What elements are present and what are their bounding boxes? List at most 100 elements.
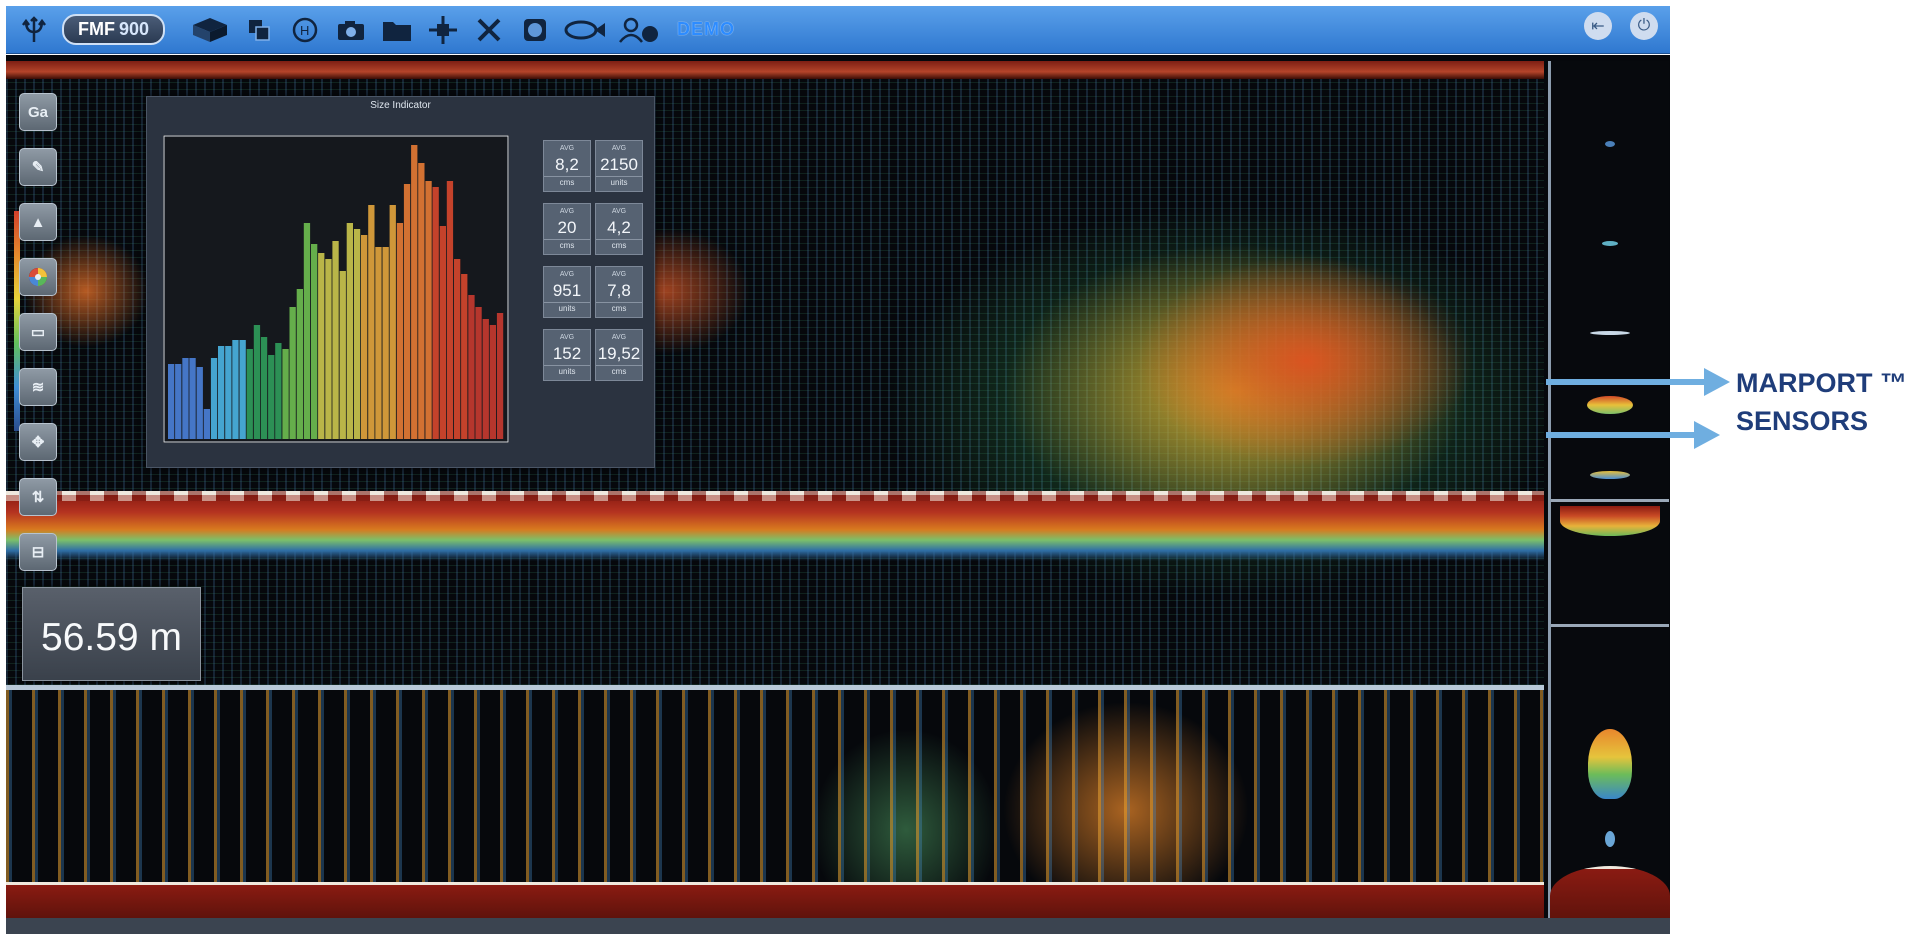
crosshair-icon[interactable]: ✥	[19, 423, 57, 461]
stat-row: AVG 20 cms AVG 4,2 cms	[543, 203, 643, 255]
stat-label: AVG	[559, 145, 575, 152]
depth-value: 56.59 m	[41, 616, 182, 659]
histogram-bar	[296, 289, 303, 439]
histogram-bar	[303, 223, 311, 439]
pencil-icon[interactable]: ✎	[19, 148, 57, 186]
sensor-strip[interactable]	[1548, 61, 1670, 926]
seabed-echo	[6, 491, 1544, 561]
histogram-bar	[253, 325, 261, 439]
histogram-bar	[389, 205, 396, 439]
fish-icon[interactable]	[563, 12, 607, 48]
power-icon[interactable]: ⏻	[1630, 12, 1658, 40]
sensor-blip	[1602, 241, 1618, 246]
stat-unit: cms	[596, 239, 642, 252]
svg-text:H: H	[300, 23, 309, 38]
stat-label: AVG	[559, 271, 575, 278]
bottom-profile-icon[interactable]: ▲	[19, 203, 57, 241]
histogram-bar	[168, 364, 175, 439]
histogram-bar	[432, 187, 439, 439]
stat-box: AVG 4,2 cms	[595, 203, 643, 255]
trident-logo-icon[interactable]	[16, 12, 52, 48]
marport-label-line1: MARPORT ™	[1736, 368, 1907, 398]
histogram-bar	[275, 343, 282, 439]
size-indicator-panel[interactable]: Size Indicator AVG 8,2 cms AVG 2150 units AV…	[146, 96, 655, 468]
histogram-svg	[163, 135, 509, 443]
histogram-bar	[496, 313, 504, 439]
sensor-blip	[1560, 506, 1660, 536]
sensor-arrow-upper	[1546, 368, 1730, 396]
history-icon[interactable]: H	[287, 12, 323, 48]
stat-box: AVG 8,2 cms	[543, 140, 591, 192]
size-histogram	[163, 135, 509, 443]
left-tool-column: Ga ✎ ▲ ▭ ≋ ✥ ⇅ ⊟	[18, 93, 58, 653]
stat-value: 19,52	[597, 344, 641, 363]
sonar-box-icon[interactable]	[189, 12, 231, 48]
move-crosshair-icon[interactable]	[425, 12, 461, 48]
stat-box: AVG 19,52 cms	[595, 329, 643, 381]
stat-label: AVG	[611, 145, 627, 152]
stat-box: AVG 951 units	[543, 266, 591, 318]
stat-unit: units	[544, 365, 590, 378]
stat-value: 2150	[600, 155, 638, 174]
histogram-bar	[289, 307, 296, 439]
histogram-bar	[425, 181, 432, 439]
histogram-bar	[282, 349, 289, 439]
stat-label: AVG	[611, 271, 627, 278]
histogram-bar	[318, 253, 325, 439]
histogram-bar	[461, 274, 468, 439]
level-icon[interactable]: ⇅	[19, 478, 57, 516]
marport-sensors-label: MARPORT ™ SENSORS	[1736, 364, 1907, 440]
histogram-bar	[339, 271, 346, 439]
histogram-bar	[225, 346, 232, 439]
histogram-bar	[361, 235, 368, 439]
stat-row: AVG 8,2 cms AVG 2150 units	[543, 140, 643, 192]
demo-label: DEMO	[677, 19, 736, 39]
sensor-blip	[1590, 331, 1630, 335]
histogram-bar	[239, 340, 246, 439]
histogram-bar	[446, 181, 454, 439]
palette-icon[interactable]	[19, 258, 57, 296]
layers-icon[interactable]	[241, 12, 277, 48]
exit-icon[interactable]: ⇤	[1584, 12, 1612, 40]
stat-box: AVG 2150 units	[595, 140, 643, 192]
stat-value: 7,8	[607, 281, 631, 300]
lower-seabed-echo	[6, 882, 1544, 922]
ruler-icon[interactable]: ⊟	[19, 533, 57, 571]
histogram-bar	[375, 247, 382, 439]
histogram-bar	[189, 358, 196, 439]
stat-value: 8,2	[555, 155, 579, 174]
histogram-bar	[325, 259, 332, 439]
layers-stack-icon[interactable]: ≋	[19, 368, 57, 406]
marport-label-line2: SENSORS	[1736, 406, 1869, 436]
depth-readout[interactable]: 56.59 m	[22, 587, 201, 681]
histogram-bar	[489, 325, 496, 439]
stat-unit: cms	[544, 239, 590, 252]
size-indicator-title: Size Indicator	[370, 100, 431, 111]
histogram-bar	[332, 241, 339, 439]
target-icon[interactable]	[517, 12, 553, 48]
stat-label: AVG	[611, 334, 627, 341]
histogram-bar	[175, 364, 182, 439]
histogram-bar	[260, 337, 268, 439]
camera-icon[interactable]	[333, 12, 369, 48]
histogram-bar	[196, 367, 203, 439]
histogram-bar	[346, 223, 353, 439]
folder-icon[interactable]	[379, 12, 415, 48]
stat-box: AVG 7,8 cms	[595, 266, 643, 318]
user-info-icon[interactable]	[617, 12, 661, 48]
histogram-bar	[246, 349, 253, 439]
histogram-bar	[475, 307, 482, 439]
histogram-bar	[353, 229, 361, 439]
fmf-badge[interactable]: FMF 900	[62, 14, 166, 45]
echogram-lower-pane[interactable]	[6, 690, 1544, 932]
histogram-bar	[482, 319, 489, 439]
histogram-bar	[439, 226, 446, 439]
stat-unit: units	[596, 176, 642, 189]
gain-button[interactable]: Ga	[19, 93, 57, 131]
sensor-blip	[1605, 141, 1615, 147]
stat-value: 20	[557, 218, 577, 237]
tools-icon[interactable]	[471, 12, 507, 48]
fmf-badge-number: 900	[118, 19, 150, 39]
monitor-icon[interactable]: ▭	[19, 313, 57, 351]
size-stats-grid: AVG 8,2 cms AVG 2150 units AVG 20 cms AVG 4,2 cm…	[543, 140, 643, 392]
